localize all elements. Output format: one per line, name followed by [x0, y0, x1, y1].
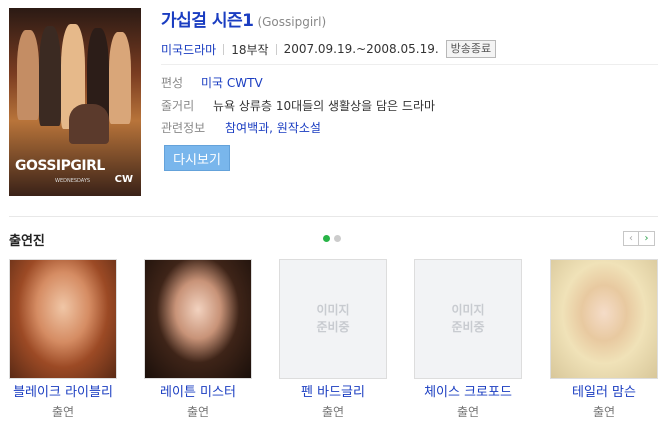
synopsis-text: 뉴욕 상류층 10대들의 생활상을 담은 드라마	[213, 99, 436, 113]
cast-photo[interactable]	[9, 259, 117, 379]
status-badge: 방송종료	[445, 40, 497, 58]
separator	[275, 43, 277, 55]
cast-name[interactable]: 레이튼 미스터	[144, 384, 252, 401]
cast-card[interactable]: 이미지 준비중 펜 바드글리 출연	[279, 259, 387, 420]
poster-title-art: GOSSIPGIRL	[15, 158, 105, 174]
poster-network-art: CW	[114, 174, 133, 185]
info-label: 줄거리	[161, 99, 195, 113]
cast-photo[interactable]	[550, 259, 658, 379]
separator	[223, 43, 225, 55]
genre-link[interactable]: 미국드라마	[161, 41, 216, 58]
broadcast-period: 2007.09.19.~2008.05.19.	[283, 42, 439, 56]
cast-name[interactable]: 체이스 크로포드	[414, 384, 522, 401]
poster-image[interactable]: GOSSIPGIRL WEDNESDAYS CW	[9, 8, 141, 196]
cast-section-title: 출연진	[9, 234, 45, 249]
channel-link[interactable]: 미국 CWTV	[201, 76, 263, 90]
cast-name[interactable]: 테일러 맘슨	[550, 384, 658, 401]
cast-card[interactable]: 테일러 맘슨 출연	[550, 259, 658, 420]
carousel-dot[interactable]	[334, 235, 341, 242]
cast-photo[interactable]: 이미지 준비중	[414, 259, 522, 379]
image-placeholder: 이미지 준비중	[280, 260, 386, 378]
carousel-dot-active[interactable]	[323, 235, 330, 242]
info-label: 관련정보	[161, 121, 206, 135]
title-row: 가십걸 시즌1 (Gossipgirl)	[161, 6, 327, 31]
section-divider	[9, 216, 658, 217]
cast-role: 출연	[186, 405, 210, 419]
carousel-nav: ‹ ›	[623, 231, 655, 246]
cast-card[interactable]: 블레이크 라이블리 출연	[9, 259, 117, 420]
info-row-synopsis: 줄거리 뉴욕 상류층 10대들의 생활상을 담은 드라마	[161, 97, 435, 114]
original-title: (Gossipgirl)	[257, 15, 327, 29]
related-info-links[interactable]: 참여백과, 원작소설	[225, 121, 321, 135]
episode-count: 18부작	[231, 42, 269, 57]
meta-row: 미국드라마 18부작 2007.09.19.~2008.05.19. 방송종료	[161, 39, 497, 59]
cast-card[interactable]: 레이튼 미스터 출연	[144, 259, 252, 420]
info-row-channel: 편성 미국 CWTV	[161, 74, 263, 91]
cast-photo[interactable]: 이미지 준비중	[279, 259, 387, 379]
chevron-left-icon: ‹	[629, 233, 633, 244]
cast-name[interactable]: 블레이크 라이블리	[9, 384, 117, 401]
cast-role: 출연	[321, 405, 345, 419]
info-row-related: 관련정보 참여백과, 원작소설	[161, 119, 321, 136]
carousel-dots	[323, 235, 341, 242]
cast-role: 출연	[456, 405, 480, 419]
show-title[interactable]: 가십걸 시즌1	[161, 6, 254, 31]
cast-name[interactable]: 펜 바드글리	[279, 384, 387, 401]
cast-card[interactable]: 이미지 준비중 체이스 크로포드 출연	[414, 259, 522, 420]
next-button[interactable]: ›	[639, 231, 655, 246]
cast-role: 출연	[592, 405, 616, 419]
prev-button[interactable]: ‹	[623, 231, 639, 246]
cast-photo[interactable]	[144, 259, 252, 379]
poster-subtitle-art: WEDNESDAYS	[55, 178, 91, 184]
chevron-right-icon: ›	[644, 233, 649, 244]
info-label: 편성	[161, 76, 184, 90]
cast-role: 출연	[51, 405, 75, 419]
replay-button[interactable]: 다시보기	[164, 145, 230, 171]
divider	[161, 64, 658, 65]
image-placeholder: 이미지 준비중	[415, 260, 521, 378]
